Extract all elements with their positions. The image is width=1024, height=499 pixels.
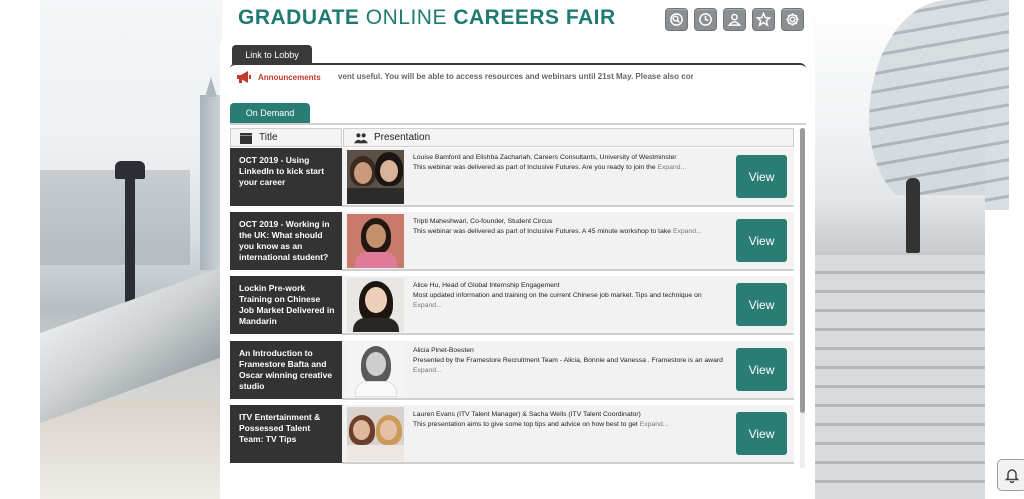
profile-button[interactable] xyxy=(723,8,746,31)
page-title: GRADUATE ONLINE CAREERS FAIR xyxy=(238,6,616,29)
tab-on-demand[interactable]: On Demand xyxy=(230,103,310,123)
row-presenter: Alicia Pinet-Boesten xyxy=(413,347,474,354)
row-title[interactable]: ITV Entertainment & Possessed Talent Tea… xyxy=(230,405,342,463)
view-button[interactable]: View xyxy=(736,283,787,326)
list-scrollbar-thumb[interactable] xyxy=(800,128,805,413)
table-row: Lockin Pre-work Training on Chinese Job … xyxy=(230,276,794,335)
expand-link[interactable]: Expand... xyxy=(673,228,702,235)
search-icon xyxy=(670,13,683,26)
group-icon xyxy=(354,132,368,143)
view-button[interactable]: View xyxy=(736,348,787,391)
column-header-presentation: Presentation xyxy=(343,128,794,147)
tab-divider xyxy=(230,123,806,125)
view-button[interactable]: View xyxy=(736,412,787,455)
row-presenter: Tripti Maheshwari, Co-founder, Student C… xyxy=(413,218,553,225)
row-info: Lauren Evans (ITV Talent Manager) & Sach… xyxy=(413,410,723,430)
row-description: This webinar was delivered as part of In… xyxy=(413,228,672,235)
row-description: Presented by the Framestore Recruitment … xyxy=(413,357,723,364)
row-info: Louise Bamford and Elishba Zachariah, Ca… xyxy=(413,153,723,173)
row-info: Alice Hu, Head of Global Internship Enga… xyxy=(413,281,723,311)
row-title[interactable]: An Introduction to Framestore Bafta and … xyxy=(230,341,342,399)
announcements-ticker: vent useful. You will be able to access … xyxy=(338,72,693,81)
presenter-photo xyxy=(347,407,404,461)
search-button[interactable] xyxy=(665,8,688,31)
row-title[interactable]: Lockin Pre-work Training on Chinese Job … xyxy=(230,276,342,334)
history-button[interactable] xyxy=(694,8,717,31)
row-presenter: Louise Bamford and Elishba Zachariah, Ca… xyxy=(413,154,677,161)
row-info: Alicia Pinet-Boesten Presented by the Fr… xyxy=(413,346,723,376)
presenter-photo xyxy=(347,214,404,268)
expand-link[interactable]: Expand... xyxy=(413,367,442,374)
user-icon xyxy=(727,13,742,26)
row-presenter: Alice Hu, Head of Global Internship Enga… xyxy=(413,282,560,289)
presenter-photo xyxy=(347,150,404,204)
row-title[interactable]: OCT 2019 - Working in the UK: What shoul… xyxy=(230,212,342,270)
settings-button[interactable] xyxy=(781,8,804,31)
view-button[interactable]: View xyxy=(736,219,787,262)
table-row: OCT 2019 - Working in the UK: What shoul… xyxy=(230,212,794,271)
row-presenter: Lauren Evans (ITV Talent Manager) & Sach… xyxy=(413,411,641,418)
row-title[interactable]: OCT 2019 - Using LinkedIn to kick start … xyxy=(230,148,342,206)
row-description: This webinar was delivered as part of In… xyxy=(413,164,656,171)
column-header-title: Title xyxy=(230,128,342,147)
row-info: Tripti Maheshwari, Co-founder, Student C… xyxy=(413,217,723,237)
table-row: An Introduction to Framestore Bafta and … xyxy=(230,341,794,400)
expand-link[interactable]: Expand... xyxy=(640,421,669,428)
clapperboard-icon xyxy=(240,132,252,144)
announcements-label: Announcements xyxy=(258,73,321,82)
presenter-photo xyxy=(347,343,404,397)
clock-icon xyxy=(699,13,712,26)
expand-link[interactable]: Expand... xyxy=(413,302,442,309)
expand-link[interactable]: Expand... xyxy=(657,164,686,171)
table-row: ITV Entertainment & Possessed Talent Tea… xyxy=(230,405,794,464)
view-button[interactable]: View xyxy=(736,155,787,198)
row-description: This presentation aims to give some top … xyxy=(413,421,638,428)
presenter-photo xyxy=(347,278,404,332)
tab-link-to-lobby[interactable]: Link to Lobby xyxy=(232,45,312,64)
table-row: OCT 2019 - Using LinkedIn to kick start … xyxy=(230,148,794,207)
megaphone-icon xyxy=(236,70,252,84)
row-description: Most updated information and training on… xyxy=(413,292,702,299)
favourites-button[interactable] xyxy=(752,8,775,31)
bell-icon xyxy=(1004,469,1020,483)
gear-icon xyxy=(786,13,799,26)
notifications-button[interactable] xyxy=(997,459,1024,491)
star-icon xyxy=(756,12,771,27)
